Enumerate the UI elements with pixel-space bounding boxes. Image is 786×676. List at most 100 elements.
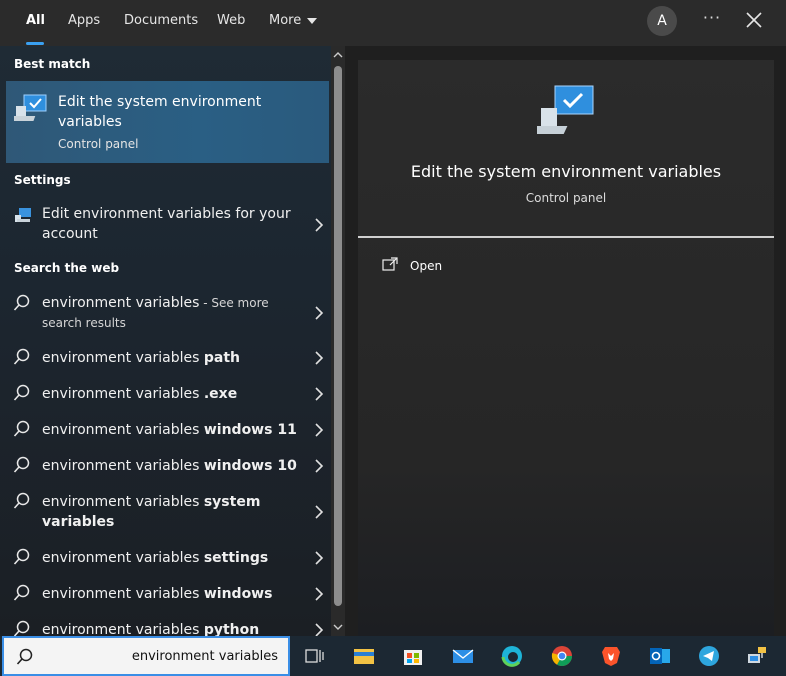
chevron-right-icon [315,551,324,565]
results-scrollbar[interactable] [331,46,345,636]
web-result-suggestion: windows 10 [203,458,297,474]
web-result-label: environment variables system variables [42,492,262,532]
chevron-right-icon [315,587,324,601]
microsoft-store-icon[interactable] [401,644,425,668]
task-view-icon[interactable] [302,644,326,668]
web-result-item[interactable]: environment variables - See more search … [0,290,331,336]
outlook-icon[interactable] [648,644,672,668]
scroll-up-arrow-icon[interactable] [333,50,343,60]
web-result-suggestion: path [203,350,240,366]
web-result-label: environment variables windows 10 [42,456,302,476]
chevron-right-icon [315,306,324,320]
network-app-icon[interactable] [745,644,769,668]
search-icon [13,548,30,565]
tab-more-label: More [269,13,302,28]
search-icon [13,584,30,601]
search-icon [13,620,30,636]
chevron-right-icon [315,423,324,437]
search-icon [13,420,30,437]
section-best-match: Best match [14,57,91,71]
tab-all[interactable]: All [26,13,45,28]
web-result-query: environment variables [42,458,204,474]
search-tabs-bar: All Apps Documents Web More A ··· [0,0,786,46]
open-label: Open [410,259,443,273]
settings-result[interactable]: Edit environment variables for your acco… [0,201,331,251]
chevron-right-icon [315,218,324,232]
control-panel-computer-icon [14,94,47,121]
chevron-right-icon [315,623,324,636]
section-settings: Settings [14,173,71,187]
web-result-suggestion: .exe [203,386,238,402]
tab-documents[interactable]: Documents [124,13,198,28]
web-result-label: environment variables python [42,620,302,636]
preview-subtitle: Control panel [525,191,607,205]
file-explorer-icon[interactable] [352,644,376,668]
search-icon [13,492,30,509]
tab-web[interactable]: Web [217,13,245,28]
scroll-down-arrow-icon[interactable] [333,622,343,632]
search-icon [13,294,30,311]
search-query-text: environment variables [131,649,278,664]
chevron-down-icon [307,17,318,24]
web-result-item[interactable]: environment variables .exe [0,382,331,412]
web-result-item[interactable]: environment variables windows [0,582,331,612]
web-result-query: environment variables [42,422,204,438]
best-match-subtitle: Control panel [58,137,139,151]
preview-panel [358,60,774,636]
search-icon [16,648,33,665]
open-action[interactable]: Open [358,250,774,282]
web-result-query: environment variables [42,586,204,602]
chrome-icon[interactable] [550,644,574,668]
chevron-right-icon [315,505,324,519]
close-icon[interactable] [744,10,764,30]
web-result-query: environment variables [42,622,204,636]
chevron-right-icon [315,459,324,473]
best-match-title: Edit the system environment variables [58,94,262,130]
web-result-query: environment variables [42,295,200,311]
active-tab-indicator [26,42,44,45]
taskbar: environment variables [0,636,786,676]
web-result-suggestion: windows 11 [203,422,297,438]
mail-icon[interactable] [451,644,475,668]
search-icon [13,384,30,401]
web-result-label: environment variables windows 11 [42,420,302,440]
tab-apps[interactable]: Apps [68,13,100,28]
account-avatar[interactable]: A [647,6,677,36]
open-external-icon [382,257,398,271]
web-result-item[interactable]: environment variables windows 10 [0,454,331,484]
settings-monitor-icon [15,208,31,222]
edge-icon[interactable] [500,644,524,668]
preview-title: Edit the system environment variables [410,162,722,181]
control-panel-computer-icon [537,85,594,134]
web-result-suggestion: windows [203,586,273,602]
tab-more[interactable]: More [269,13,318,28]
web-result-item[interactable]: environment variables python [0,618,331,636]
more-options-icon[interactable]: ··· [700,8,724,32]
search-icon [13,348,30,365]
chevron-right-icon [315,351,324,365]
taskbar-search-input[interactable]: environment variables [2,636,290,676]
scrollbar-thumb[interactable] [334,66,342,606]
telegram-icon[interactable] [697,644,721,668]
web-result-label: environment variables windows [42,584,302,604]
web-result-label: environment variables path [42,348,302,368]
web-result-query: environment variables [42,350,204,366]
preview-divider [358,236,774,238]
web-result-item[interactable]: environment variables system variables [0,490,331,540]
web-result-query: environment variables [42,494,204,510]
web-result-item[interactable]: environment variables path [0,346,331,376]
section-search-web: Search the web [14,261,120,275]
search-icon [13,456,30,473]
web-result-suggestion: python [203,622,260,636]
web-result-query: environment variables [42,386,204,402]
web-result-item[interactable]: environment variables windows 11 [0,418,331,448]
chevron-right-icon [315,387,324,401]
settings-result-label: Edit environment variables for your acco… [42,206,291,242]
web-result-label: environment variables - See more search … [42,293,302,333]
web-result-label: environment variables settings [42,548,302,568]
web-result-label: environment variables .exe [42,384,302,404]
web-result-item[interactable]: environment variables settings [0,546,331,576]
web-result-query: environment variables [42,550,204,566]
web-result-suggestion: settings [203,550,269,566]
brave-icon[interactable] [599,644,623,668]
